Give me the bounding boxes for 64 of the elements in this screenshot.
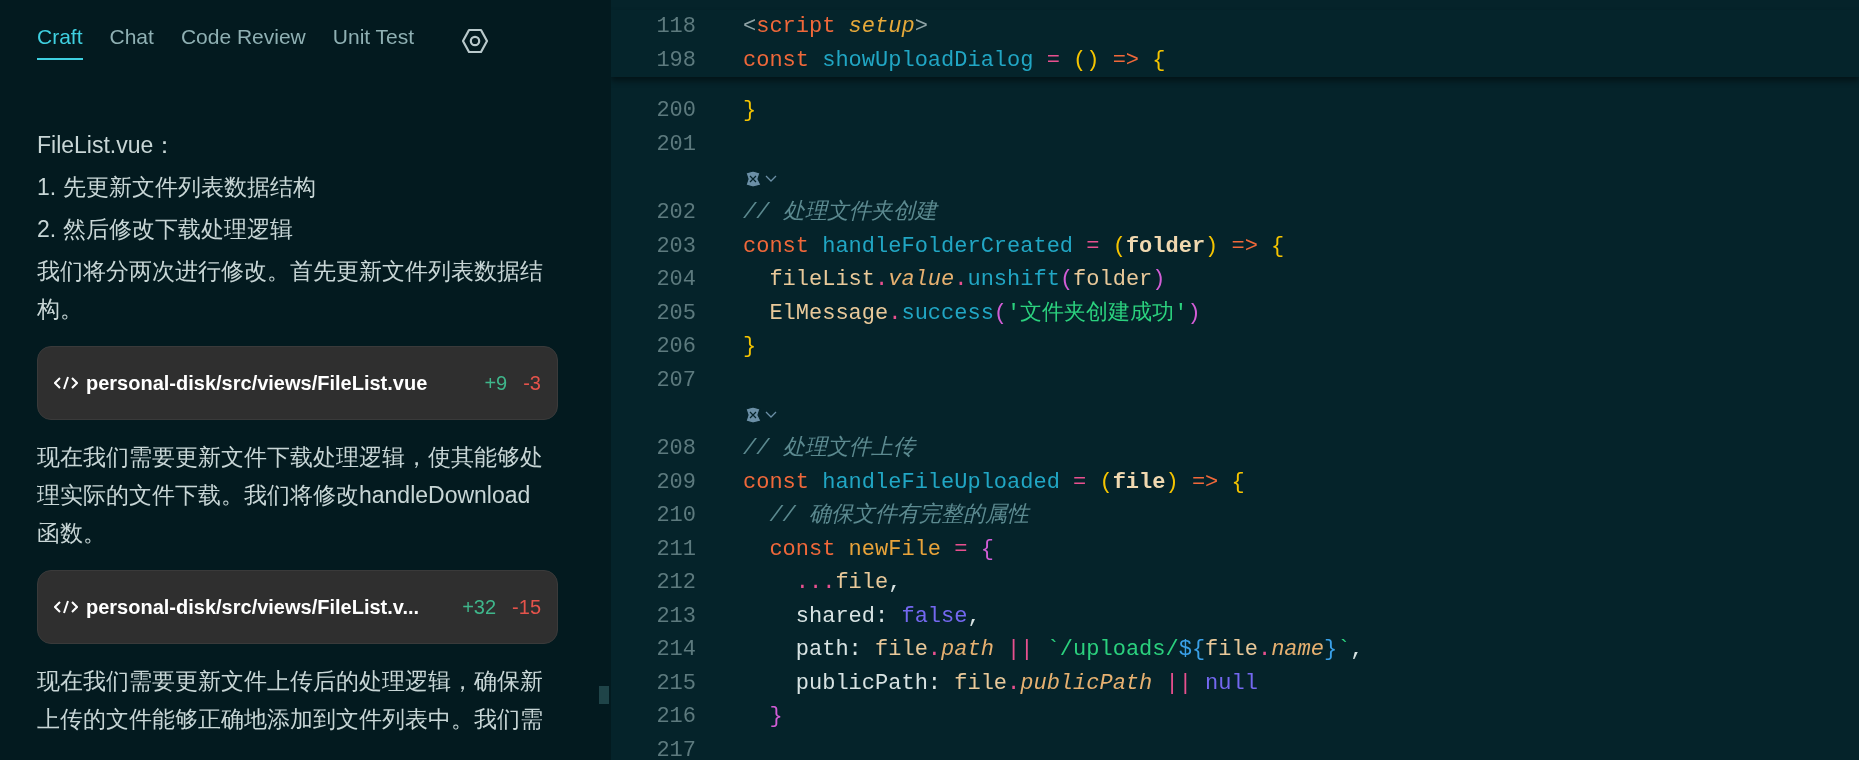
tab[interactable]: Unit Test xyxy=(332,15,415,60)
code-line: ...file, xyxy=(794,569,902,598)
code-line: const handleFolderCreated = (folder) => { xyxy=(743,232,1285,261)
line-number: 213 xyxy=(655,602,696,631)
code-line: const showUploadDialog = () => { xyxy=(743,46,1166,75)
code-line: path: file.path || `/uploads/${file.name}`, xyxy=(794,636,1364,665)
added-count: +32 xyxy=(462,595,497,620)
line-number: 211 xyxy=(655,535,696,564)
code-icon xyxy=(54,600,78,614)
code-line: // 处理文件上传 xyxy=(743,434,915,464)
line-number: 201 xyxy=(655,130,696,159)
message-text: 1. 先更新文件列表数据结构 xyxy=(37,173,317,202)
added-count: +9 xyxy=(484,371,508,396)
file-change-card[interactable]: personal-disk/src/views/FileList.v... +32 -15 xyxy=(37,570,558,644)
settings-button[interactable] xyxy=(461,26,490,55)
line-number: 216 xyxy=(655,703,696,732)
line-number: 204 xyxy=(655,266,696,295)
code-line: shared: false, xyxy=(794,602,981,631)
code-line: <script setup> xyxy=(743,13,928,42)
code-line: const newFile = { xyxy=(768,535,994,564)
code-line: ElMessage.success('文件夹创建成功') xyxy=(768,299,1201,328)
code-line: fileList.value.unshift(folder) xyxy=(768,266,1166,295)
file-path: personal-disk/src/views/FileList.v... xyxy=(86,595,420,620)
chevron-down-icon xyxy=(765,174,777,183)
message-text: 现在我们需要更新文件下载处理逻辑，使其能够处理实际的文件下载。我们将修改handleDownload函数。 xyxy=(37,443,544,548)
line-number: 212 xyxy=(655,569,696,598)
tab[interactable]: Code Review xyxy=(180,15,306,60)
line-number: 210 xyxy=(655,502,696,531)
code-line: // 处理文件夹创建 xyxy=(743,198,937,228)
line-number: 208 xyxy=(655,435,696,464)
line-number: 203 xyxy=(655,232,696,261)
line-number: 205 xyxy=(655,299,696,328)
line-number: 198 xyxy=(655,46,696,75)
code-action-button[interactable] xyxy=(743,169,777,188)
code-icon xyxy=(54,376,78,390)
removed-count: -15 xyxy=(512,595,541,620)
line-number: 217 xyxy=(655,736,696,760)
line-number: 215 xyxy=(655,669,696,698)
code-line: } xyxy=(743,333,757,362)
tab[interactable]: Craft xyxy=(37,15,83,60)
tab[interactable]: Chat xyxy=(109,15,154,60)
message-text: 2. 然后修改下载处理逻辑 xyxy=(37,215,294,244)
code-line: publicPath: file.publicPath || null xyxy=(794,669,1258,698)
settings-icon xyxy=(461,26,490,55)
chevron-down-icon xyxy=(765,410,777,419)
removed-count: -3 xyxy=(523,371,541,396)
message-text: 我们将分两次进行修改。首先更新文件列表数据结构。 xyxy=(37,257,544,324)
line-number: 214 xyxy=(655,636,696,665)
code-action-button[interactable] xyxy=(743,405,777,424)
file-path: personal-disk/src/views/FileList.vue xyxy=(86,371,428,396)
code-line: } xyxy=(768,703,783,732)
line-number: 207 xyxy=(655,366,696,395)
line-number: 206 xyxy=(655,333,696,362)
line-number: 200 xyxy=(655,97,696,126)
scrollbar[interactable] xyxy=(599,686,609,704)
line-number: 202 xyxy=(655,199,696,228)
line-number: 118 xyxy=(655,13,696,42)
line-number: 209 xyxy=(655,468,696,497)
code-line: const handleFileUploaded = (file) => { xyxy=(743,468,1245,497)
code-line: } xyxy=(743,97,757,126)
message-text: 现在我们需要更新文件上传后的处理逻辑，确保新上传的文件能够正确地添加到文件列表中。我们需 xyxy=(37,667,544,734)
file-change-card[interactable]: personal-disk/src/views/FileList.vue +9 -3 xyxy=(37,346,558,420)
message-text: FileList.vue： xyxy=(37,131,178,160)
code-line: // 确保文件有完整的属性 xyxy=(768,501,1029,531)
